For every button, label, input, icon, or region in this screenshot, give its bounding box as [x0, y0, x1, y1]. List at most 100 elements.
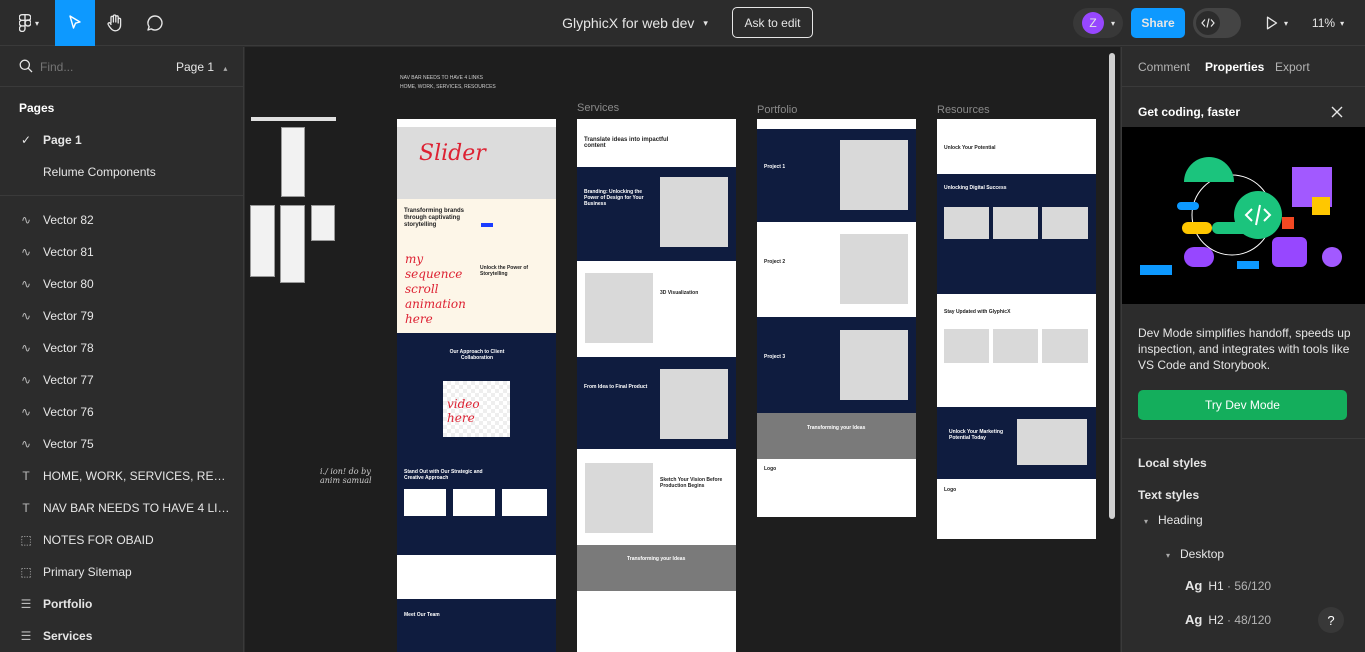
ask-to-edit-button[interactable]: Ask to edit	[732, 7, 813, 38]
comment-icon	[146, 14, 164, 32]
help-icon: ?	[1327, 612, 1335, 628]
vector-icon: ∿	[20, 373, 32, 387]
layer-item[interactable]: ∿ Vector 79	[0, 300, 243, 332]
chevron-down-icon: ▾	[1283, 18, 1288, 28]
image-placeholder	[840, 140, 908, 210]
layer-item[interactable]: ☰ Services	[0, 620, 243, 652]
handwriting-scroll: my sequence scroll animation here	[405, 252, 466, 326]
desktop-group[interactable]: ▾ Desktop	[1166, 547, 1224, 561]
page-item-relume[interactable]: Relume Components	[0, 156, 243, 188]
layer-label: Services	[43, 629, 93, 643]
layer-label: Vector 79	[43, 309, 94, 323]
image-placeholder	[1042, 207, 1088, 239]
chevron-up-icon: ▴	[223, 64, 228, 73]
frame-icon: ☰	[20, 597, 32, 611]
image-placeholder	[1042, 329, 1088, 363]
properties-panel: Comment Properties Export Get coding, fa…	[1121, 47, 1365, 652]
avatar-button[interactable]: Z ▾	[1073, 8, 1123, 38]
portfolio-frame-label[interactable]: Portfolio	[757, 104, 797, 116]
services-branding-title: Branding: Unlocking the Power of Design …	[584, 189, 644, 207]
home-frame[interactable]: Slider Transforming brands through capti…	[397, 119, 556, 652]
image-placeholder	[993, 329, 1038, 363]
hand-tool-button[interactable]	[97, 0, 133, 46]
layer-item[interactable]: T NAV BAR NEEDS TO HAVE 4 LINKS	[0, 492, 243, 524]
main-menu-button[interactable]: ▾	[10, 0, 48, 46]
banner-text: Dev Mode simplifies handoff, speeds up i…	[1138, 326, 1351, 372]
layer-item[interactable]: ∿ Vector 78	[0, 332, 243, 364]
layer-item[interactable]: ⬚ NOTES FOR OBAID	[0, 524, 243, 556]
panel-tabs: Comment Properties Export	[1122, 47, 1365, 87]
primary-sitemap[interactable]	[251, 117, 336, 121]
layer-item[interactable]: ∿ Vector 76	[0, 396, 243, 428]
vector-icon: ∿	[20, 309, 32, 323]
canvas-scrollbar[interactable]	[1109, 53, 1115, 519]
layer-label: Portfolio	[43, 597, 93, 611]
services-frame[interactable]: Translate ideas into impactful content B…	[577, 119, 736, 652]
image-placeholder	[944, 329, 989, 363]
search-input[interactable]	[40, 57, 150, 77]
layer-label: Vector 75	[43, 437, 94, 451]
tab-export[interactable]: Export	[1275, 60, 1310, 74]
toolbar: ▾ GlyphicX for web dev ▾ Ask to edit Z ▾…	[0, 0, 1365, 46]
page-selector[interactable]: Page 1 ▴	[176, 60, 227, 74]
services-idea-title: From Idea to Final Product	[584, 384, 648, 390]
zoom-button[interactable]: 11% ▾	[1302, 0, 1354, 46]
image-placeholder	[660, 369, 728, 439]
chevron-down-icon: ▾	[1340, 18, 1345, 28]
hand-icon	[107, 14, 123, 32]
illustration-card	[404, 489, 446, 516]
project-2-title: Project 2	[764, 259, 786, 265]
share-button[interactable]: Share	[1131, 8, 1185, 38]
canvas[interactable]: NAV BAR NEEDS TO HAVE 4 LINKS HOME, WORK…	[245, 47, 1120, 652]
services-frame-label[interactable]: Services	[577, 102, 619, 114]
cta-section	[757, 413, 916, 459]
image-placeholder	[840, 330, 908, 400]
footer-logo: Logo	[944, 487, 957, 493]
layer-label: Vector 82	[43, 213, 94, 227]
sitemap-card	[280, 205, 305, 283]
text-style-h2[interactable]: Ag H2 · 48/120	[1185, 612, 1271, 627]
style-spec: · 56/120	[1227, 579, 1272, 593]
chevron-down-icon: ▾	[703, 17, 708, 28]
tab-comment[interactable]: Comment	[1138, 60, 1190, 74]
annotation-scribble: i./ ion! do by anim samual	[320, 467, 372, 485]
file-title-button[interactable]: GlyphicX for web dev ▾	[545, 0, 725, 46]
tab-properties[interactable]: Properties	[1205, 60, 1264, 74]
play-icon	[1266, 16, 1278, 30]
chevron-down-icon: ▾	[1166, 551, 1171, 560]
present-button[interactable]: ▾	[1258, 0, 1296, 46]
vector-icon: ∿	[20, 277, 32, 291]
navy-section	[397, 333, 556, 555]
layer-item[interactable]: ∿ Vector 75	[0, 428, 243, 460]
divider	[1122, 438, 1365, 439]
sitemap-card	[311, 205, 335, 241]
close-icon[interactable]	[1331, 105, 1343, 123]
try-dev-mode-button[interactable]: Try Dev Mode	[1138, 390, 1347, 420]
layer-item[interactable]: ∿ Vector 82	[0, 204, 243, 236]
heading-group[interactable]: ▾ Heading	[1144, 513, 1203, 527]
resources-frame[interactable]: Unlock Your Potential Unlocking Digital …	[937, 119, 1096, 539]
resources-updated-title: Stay Updated with GlyphicX	[944, 309, 1011, 315]
style-sample: Ag	[1185, 612, 1203, 627]
layer-item[interactable]: ∿ Vector 81	[0, 236, 243, 268]
help-button[interactable]: ?	[1318, 607, 1344, 633]
services-sketch-title: Sketch Your Vision Before Production Beg…	[660, 477, 723, 489]
layer-item[interactable]: ☰ Portfolio	[0, 588, 243, 620]
text-style-h1[interactable]: Ag H1 · 56/120	[1185, 578, 1271, 593]
layer-item[interactable]: ⬚ Primary Sitemap	[0, 556, 243, 588]
move-tool-button[interactable]	[55, 0, 95, 46]
layer-item[interactable]: ∿ Vector 80	[0, 268, 243, 300]
dev-mode-toggle[interactable]	[1193, 8, 1241, 38]
layer-item[interactable]: ∿ Vector 77	[0, 364, 243, 396]
resources-frame-label[interactable]: Resources	[937, 104, 990, 116]
layers-panel: Page 1 ▴ Pages ✓ Page 1 Relume Component…	[0, 47, 244, 652]
local-styles-heading: Local styles	[1138, 456, 1207, 470]
portfolio-frame[interactable]: Project 1 Project 2 Project 3 Transformi…	[757, 119, 916, 517]
page-item-page-1[interactable]: ✓ Page 1	[0, 124, 243, 156]
try-dev-mode-label: Try Dev Mode	[1205, 398, 1280, 412]
pages-heading: Pages	[19, 101, 55, 115]
text-styles-heading: Text styles	[1138, 488, 1200, 502]
layer-item[interactable]: T HOME, WORK, SERVICES, RESOU...	[0, 460, 243, 492]
services-cta-title: Transforming your Ideas	[627, 556, 686, 562]
comment-tool-button[interactable]	[137, 0, 173, 46]
